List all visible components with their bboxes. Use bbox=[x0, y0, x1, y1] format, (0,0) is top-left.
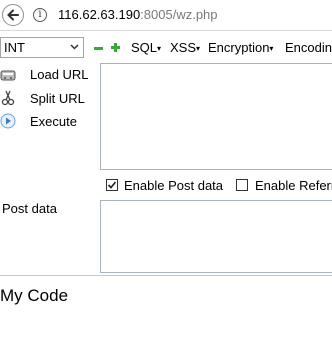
url-path: :8005/wz.php bbox=[140, 7, 218, 22]
menu-encryption[interactable]: Encryption▾ bbox=[208, 40, 273, 55]
back-button[interactable] bbox=[2, 4, 24, 26]
menu-sql-label: SQL bbox=[131, 40, 158, 55]
execute-button[interactable]: Execute bbox=[30, 114, 77, 129]
type-select-value: INT bbox=[4, 40, 25, 55]
increase-icon[interactable] bbox=[111, 43, 120, 52]
enable-post-label[interactable]: Enable Post data bbox=[124, 178, 223, 193]
load-url-icon bbox=[0, 70, 16, 81]
enable-referrer-checkbox[interactable] bbox=[236, 179, 248, 191]
menu-sql[interactable]: SQL▾ bbox=[131, 40, 161, 55]
post-data-label: Post data bbox=[2, 201, 57, 216]
url-host: 116.62.63.190 bbox=[58, 7, 141, 22]
info-icon[interactable]: i bbox=[33, 8, 47, 22]
enable-referrer-label[interactable]: Enable Referrer bbox=[255, 178, 332, 193]
url-textarea[interactable] bbox=[100, 63, 332, 170]
post-data-textarea[interactable] bbox=[100, 200, 332, 273]
execute-icon bbox=[0, 113, 16, 129]
url-input[interactable]: 116.62.63.190:8005/wz.php bbox=[58, 7, 218, 22]
checkmark-icon bbox=[107, 181, 117, 189]
divider bbox=[0, 275, 332, 276]
menu-encoding[interactable]: Encoding bbox=[285, 40, 332, 55]
caret-down-icon: ▾ bbox=[157, 44, 162, 54]
menu-xss[interactable]: XSS▾ bbox=[170, 40, 200, 55]
caret-down-icon: ▾ bbox=[196, 44, 201, 54]
split-url-button[interactable]: Split URL bbox=[30, 91, 85, 106]
decrease-icon[interactable] bbox=[94, 44, 103, 53]
type-select[interactable]: INT bbox=[0, 37, 84, 58]
menu-encoding-label: Encoding bbox=[285, 40, 332, 55]
caret-down-icon: ▾ bbox=[269, 44, 274, 54]
back-arrow-icon bbox=[7, 9, 19, 21]
chevron-down-icon bbox=[70, 44, 79, 50]
menu-encryption-label: Encryption bbox=[208, 40, 270, 55]
menu-xss-label: XSS bbox=[170, 40, 197, 55]
enable-post-checkbox[interactable] bbox=[106, 179, 118, 191]
load-url-button[interactable]: Load URL bbox=[30, 67, 89, 82]
page-content-text: My Code bbox=[0, 286, 69, 305]
scissors-icon bbox=[1, 90, 15, 106]
